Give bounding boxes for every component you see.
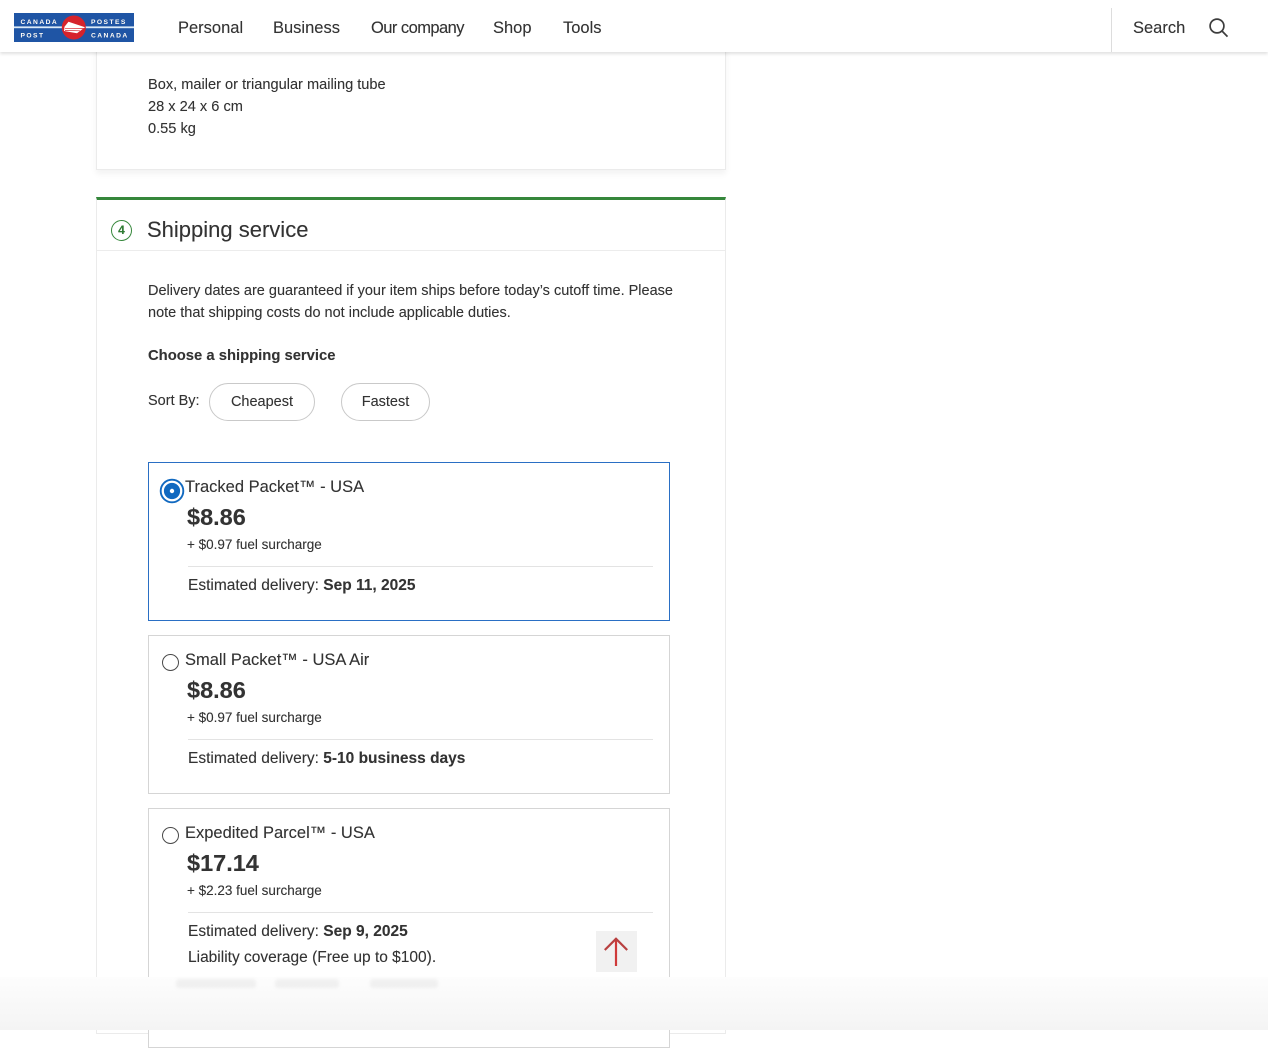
svg-text:CANADA: CANADA xyxy=(21,19,59,26)
svg-text:POST: POST xyxy=(21,32,45,39)
svg-text:CANADA: CANADA xyxy=(91,32,129,39)
svg-text:POSTES: POSTES xyxy=(91,19,127,26)
